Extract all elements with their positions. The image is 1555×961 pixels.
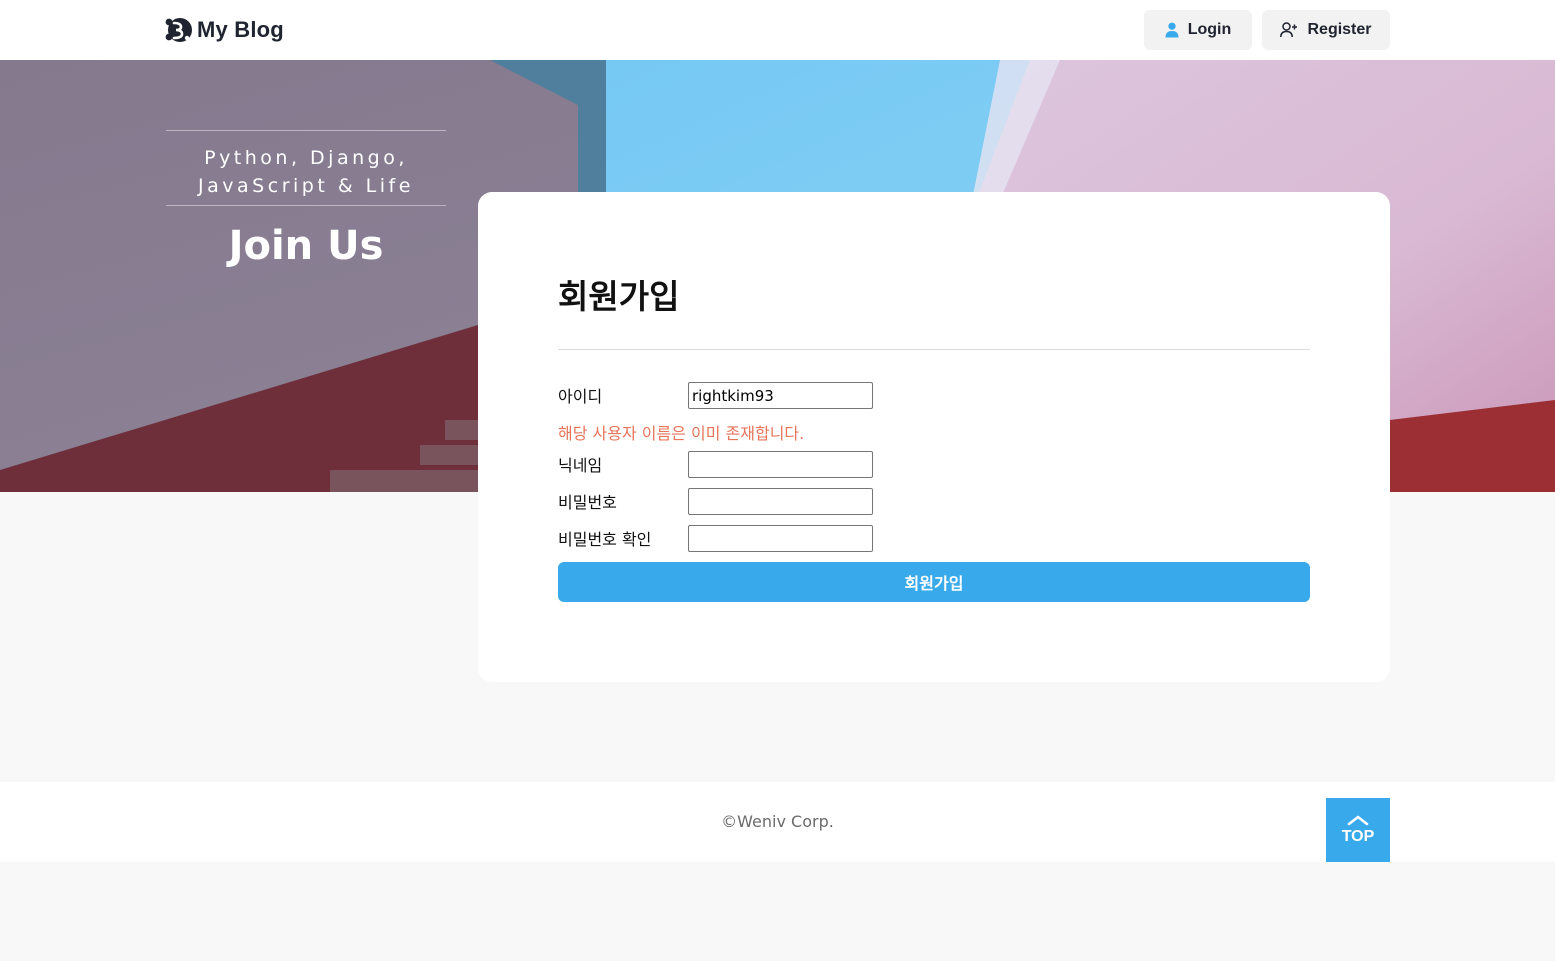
login-button[interactable]: Login xyxy=(1144,10,1252,50)
nickname-label: 닉네임 xyxy=(558,456,603,475)
password-input[interactable] xyxy=(688,488,873,515)
nickname-input[interactable] xyxy=(688,451,873,478)
user-plus-icon xyxy=(1280,22,1298,38)
tagline-rule-top xyxy=(166,130,446,131)
user-icon xyxy=(1165,22,1179,38)
tagline-rule-bottom xyxy=(166,205,446,206)
hero-title: Join Us xyxy=(228,223,384,269)
tagline-line-2: JavaScript & Life xyxy=(198,175,414,197)
login-label: Login xyxy=(1187,21,1232,38)
username-label: 아이디 xyxy=(558,387,603,406)
site-footer: ©Weniv Corp. TOP xyxy=(0,782,1555,862)
password-label: 비밀번호 xyxy=(558,493,617,512)
scroll-top-label: TOP xyxy=(1341,828,1375,845)
signup-submit-button[interactable]: 회원가입 xyxy=(558,562,1310,602)
username-error-message: 해당 사용자 이름은 이미 존재합니다. xyxy=(558,424,805,443)
site-header: My Blog Login Register xyxy=(0,0,1555,60)
logo-icon xyxy=(165,18,192,42)
password-confirm-label: 비밀번호 확인 xyxy=(558,530,652,549)
logo[interactable]: My Blog xyxy=(165,16,284,44)
username-input[interactable] xyxy=(688,382,873,409)
chevron-up-icon xyxy=(1347,815,1369,826)
tagline-line-1: Python, Django, xyxy=(204,147,408,169)
password-confirm-input[interactable] xyxy=(688,525,873,552)
hero-tagline: Python, Django, JavaScript & Life xyxy=(166,144,446,200)
title-divider xyxy=(558,349,1310,350)
signup-card: 회원가입 아이디 해당 사용자 이름은 이미 존재합니다. 닉네임 비밀번호 비… xyxy=(478,192,1390,682)
brand-name: My Blog xyxy=(197,17,284,42)
register-label: Register xyxy=(1307,21,1372,38)
register-button[interactable]: Register xyxy=(1262,10,1390,50)
copyright-text: ©Weniv Corp. xyxy=(721,812,834,831)
signup-title: 회원가입 xyxy=(558,277,680,316)
scroll-top-button[interactable]: TOP xyxy=(1326,798,1390,862)
